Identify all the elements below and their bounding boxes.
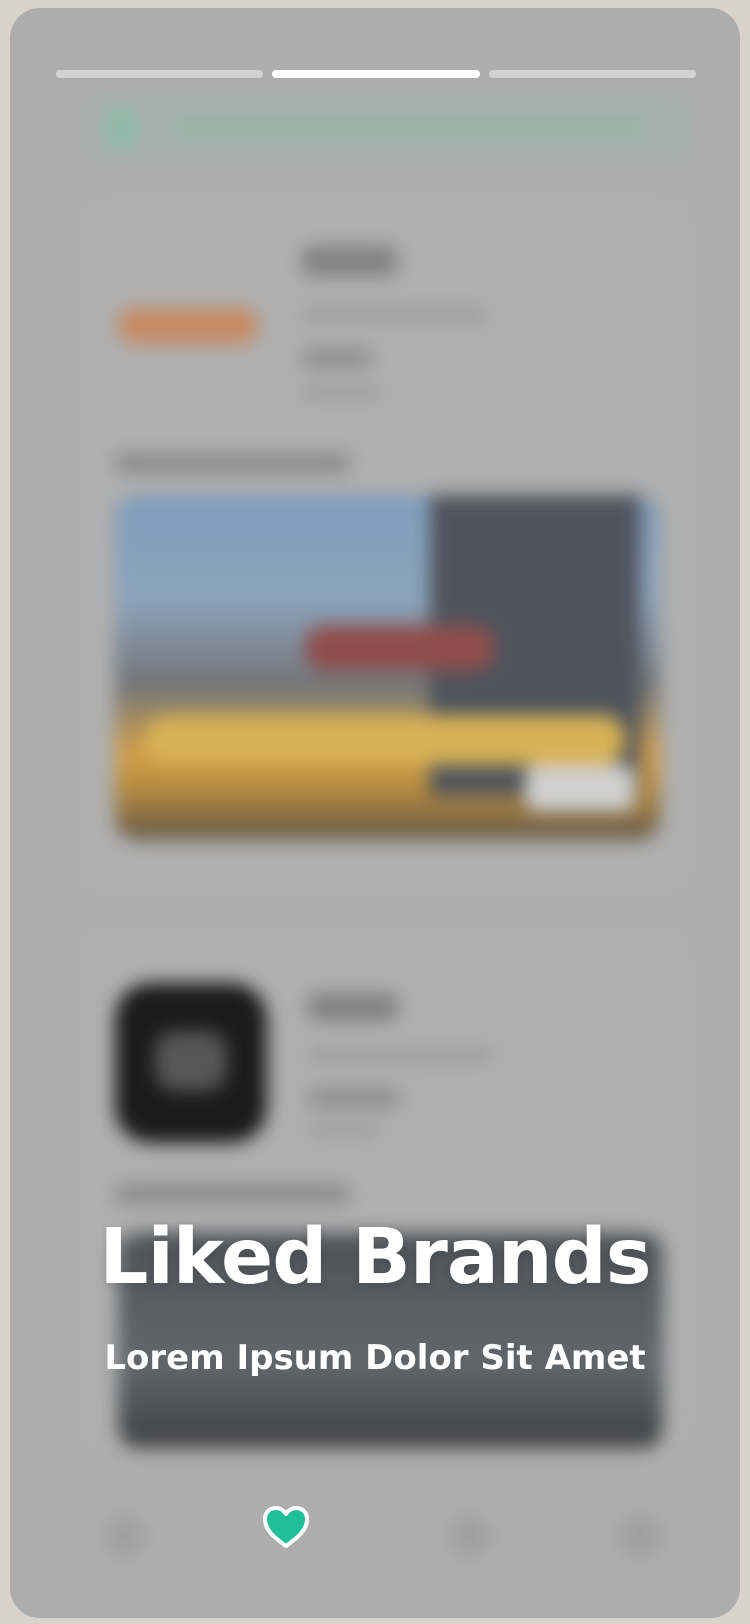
progress-segment xyxy=(488,70,696,78)
story-subtitle: Lorem Ipsum Dolor Sit Amet xyxy=(104,1338,646,1378)
progress-segment xyxy=(272,70,480,78)
story-progress-bar xyxy=(56,70,696,78)
progress-segment xyxy=(56,70,264,78)
story-screen: Liked Brands Lorem Ipsum Dolor Sit Amet xyxy=(10,8,740,1618)
story-title: Liked Brands xyxy=(99,1213,651,1302)
heart-icon[interactable] xyxy=(262,1505,310,1549)
